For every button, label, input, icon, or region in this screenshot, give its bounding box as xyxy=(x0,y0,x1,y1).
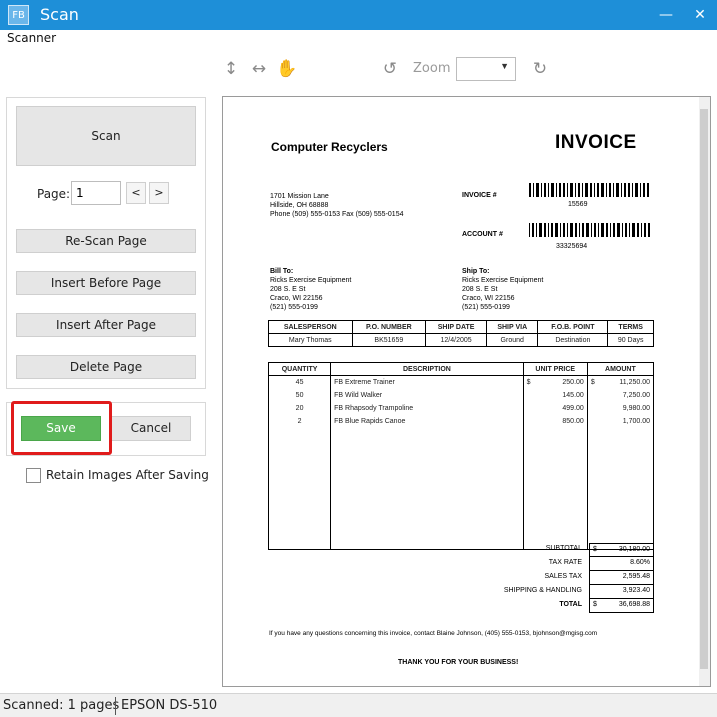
invoice-barcode xyxy=(529,183,649,197)
scan-preview[interactable]: Computer Recyclers INVOICE 1701 Mission … xyxy=(222,96,711,687)
bill-to-block: Bill To: Ricks Exercise Equipment 208 S.… xyxy=(270,268,352,311)
account-barcode xyxy=(529,223,650,237)
insert-after-page-button[interactable]: Insert After Page xyxy=(16,313,196,337)
cancel-button[interactable]: Cancel xyxy=(111,416,191,441)
scanner-menu[interactable]: Scanner xyxy=(7,31,56,45)
app-icon: FB xyxy=(8,5,29,25)
insert-before-page-button[interactable]: Insert Before Page xyxy=(16,271,196,295)
invoice-number-label: INVOICE # xyxy=(462,192,497,199)
zoom-label: Zoom xyxy=(413,61,451,76)
zoom-select[interactable]: ▼ xyxy=(456,57,516,81)
rotate-left-icon[interactable]: ↺ xyxy=(379,58,401,80)
invoice-number: 15569 xyxy=(568,201,588,208)
table-row: 45 FB Extreme Trainer $250.00 $11,250.00 xyxy=(267,375,655,389)
status-bar: Scanned: 1 pages EPSON DS-510 xyxy=(0,693,717,717)
retain-images-checkbox[interactable] xyxy=(26,468,41,483)
chevron-down-icon: ▼ xyxy=(500,61,509,71)
preview-scrollbar[interactable] xyxy=(699,97,710,686)
invoice-address: 1701 Mission Lane Hillside, OH 68888 Pho… xyxy=(270,193,404,218)
account-number: 33325694 xyxy=(556,243,588,250)
totals-block: SUBTOTAL $30,180.00 TAX RATE 8.60% SALES… xyxy=(458,543,654,613)
save-highlight-box xyxy=(11,401,112,455)
window-title: Scan xyxy=(40,5,79,24)
prev-page-button[interactable]: < xyxy=(126,182,146,204)
invoice-company-name: Computer Recyclers xyxy=(271,140,388,154)
delete-page-button[interactable]: Delete Page xyxy=(16,355,196,379)
invoice-title: INVOICE xyxy=(555,132,637,153)
close-button[interactable]: ✕ xyxy=(687,3,713,27)
fit-width-icon[interactable]: ↔ xyxy=(248,58,270,80)
account-number-label: ACCOUNT # xyxy=(462,231,503,238)
fit-height-icon[interactable]: ↕ xyxy=(220,58,242,80)
retain-images-label[interactable]: Retain Images After Saving xyxy=(46,468,209,482)
table-row: 20 FB Rhapsody Trampoline 499.00 9,980.0… xyxy=(267,401,655,415)
invoice-thanks-line: THANK YOU FOR YOUR BUSINESS! xyxy=(398,659,519,666)
minimize-button[interactable]: — xyxy=(653,3,679,27)
rescan-page-button[interactable]: Re-Scan Page xyxy=(16,229,196,253)
invoice-questions-line: If you have any questions concerning thi… xyxy=(269,630,598,637)
scanner-device-status: EPSON DS-510 xyxy=(121,698,218,713)
next-page-button[interactable]: > xyxy=(149,182,169,204)
status-separator xyxy=(115,697,116,715)
rotate-right-icon[interactable]: ↻ xyxy=(529,58,551,80)
page-number-input[interactable] xyxy=(71,181,121,205)
order-info-table: SALESPERSON P.O. NUMBER SHIP DATE SHIP VIA… xyxy=(268,320,654,347)
table-row: 2 FB Blue Rapids Canoe 850.00 1,700.00 xyxy=(267,414,655,428)
table-row: 50 FB Wild Walker 145.00 7,250.00 xyxy=(267,388,655,402)
pan-hand-icon[interactable]: ✋ xyxy=(276,58,298,80)
scan-button[interactable]: Scan xyxy=(16,106,196,166)
scrollbar-thumb[interactable] xyxy=(700,109,708,669)
ship-to-block: Ship To: Ricks Exercise Equipment 208 S.… xyxy=(462,268,544,311)
page-label: Page: xyxy=(37,187,71,201)
title-bar: FB Scan — ✕ xyxy=(0,0,717,30)
line-items-table: QUANTITY DESCRIPTION UNIT PRICE AMOUNT 4… xyxy=(267,362,655,550)
scanned-count-status: Scanned: 1 pages xyxy=(3,698,120,713)
